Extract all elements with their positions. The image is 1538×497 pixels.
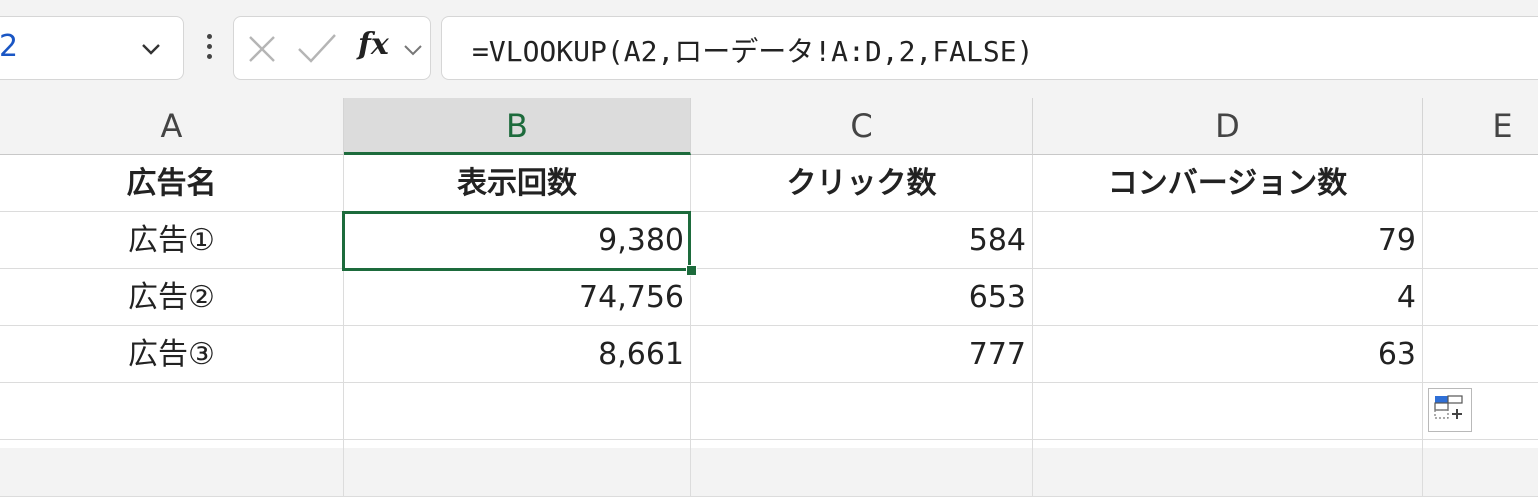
formula-controls: fx <box>233 16 431 80</box>
cell-b3[interactable]: 74,756 <box>344 269 691 326</box>
cell-d1[interactable]: コンバージョン数 <box>1033 155 1423 212</box>
cell-e4[interactable] <box>1423 326 1538 383</box>
column-header-a[interactable]: A <box>0 98 344 155</box>
fill-handle[interactable] <box>686 265 697 276</box>
cell-d4[interactable]: 63 <box>1033 326 1423 383</box>
cell-e1[interactable] <box>1423 155 1538 212</box>
fx-chevron-down-icon[interactable] <box>402 41 424 59</box>
cell-a5[interactable] <box>0 383 344 440</box>
cell-d6[interactable] <box>1033 440 1423 497</box>
cell-b5[interactable] <box>344 383 691 440</box>
grid: 広告名 表示回数 クリック数 コンバージョン数 広告① 9,380 584 79… <box>0 155 1538 497</box>
checkmark-icon[interactable] <box>296 31 338 67</box>
cell-c1[interactable]: クリック数 <box>691 155 1033 212</box>
more-vertical-icon[interactable] <box>203 34 215 66</box>
cell-c6[interactable] <box>691 440 1033 497</box>
cell-e3[interactable] <box>1423 269 1538 326</box>
cell-d3[interactable]: 4 <box>1033 269 1423 326</box>
cell-c2[interactable]: 584 <box>691 212 1033 269</box>
fx-icon[interactable]: fx <box>358 27 389 62</box>
formula-bar-area: 2 fx =VLOOKUP(A2,ローデータ!A:D,2,FALSE) <box>0 0 1538 98</box>
name-box-value[interactable]: 2 <box>0 29 18 64</box>
column-header-c[interactable]: C <box>691 98 1033 155</box>
active-cell-border <box>342 211 691 271</box>
cell-a6[interactable] <box>0 440 344 497</box>
formula-input[interactable]: =VLOOKUP(A2,ローデータ!A:D,2,FALSE) <box>441 16 1538 80</box>
column-header-d[interactable]: D <box>1033 98 1423 155</box>
chevron-down-icon[interactable] <box>139 37 163 61</box>
cell-d2[interactable]: 79 <box>1033 212 1423 269</box>
cell-b6[interactable] <box>344 440 691 497</box>
cancel-icon[interactable] <box>246 33 278 65</box>
cell-b4[interactable]: 8,661 <box>344 326 691 383</box>
cell-e6[interactable] <box>1423 440 1538 497</box>
cell-a3[interactable]: 広告② <box>0 269 344 326</box>
cell-c3[interactable]: 653 <box>691 269 1033 326</box>
cell-e2[interactable] <box>1423 212 1538 269</box>
cell-c5[interactable] <box>691 383 1033 440</box>
quick-analysis-icon[interactable] <box>1428 388 1472 432</box>
formula-text[interactable]: =VLOOKUP(A2,ローデータ!A:D,2,FALSE) <box>472 30 1033 70</box>
cell-b1[interactable]: 表示回数 <box>344 155 691 212</box>
cell-a4[interactable]: 広告③ <box>0 326 344 383</box>
column-header-e[interactable]: E <box>1423 98 1538 155</box>
cell-c4[interactable]: 777 <box>691 326 1033 383</box>
name-box[interactable]: 2 <box>0 16 184 80</box>
column-header-b[interactable]: B <box>344 98 691 155</box>
cell-a1[interactable]: 広告名 <box>0 155 344 212</box>
cell-a2[interactable]: 広告① <box>0 212 344 269</box>
cell-d5[interactable] <box>1033 383 1423 440</box>
